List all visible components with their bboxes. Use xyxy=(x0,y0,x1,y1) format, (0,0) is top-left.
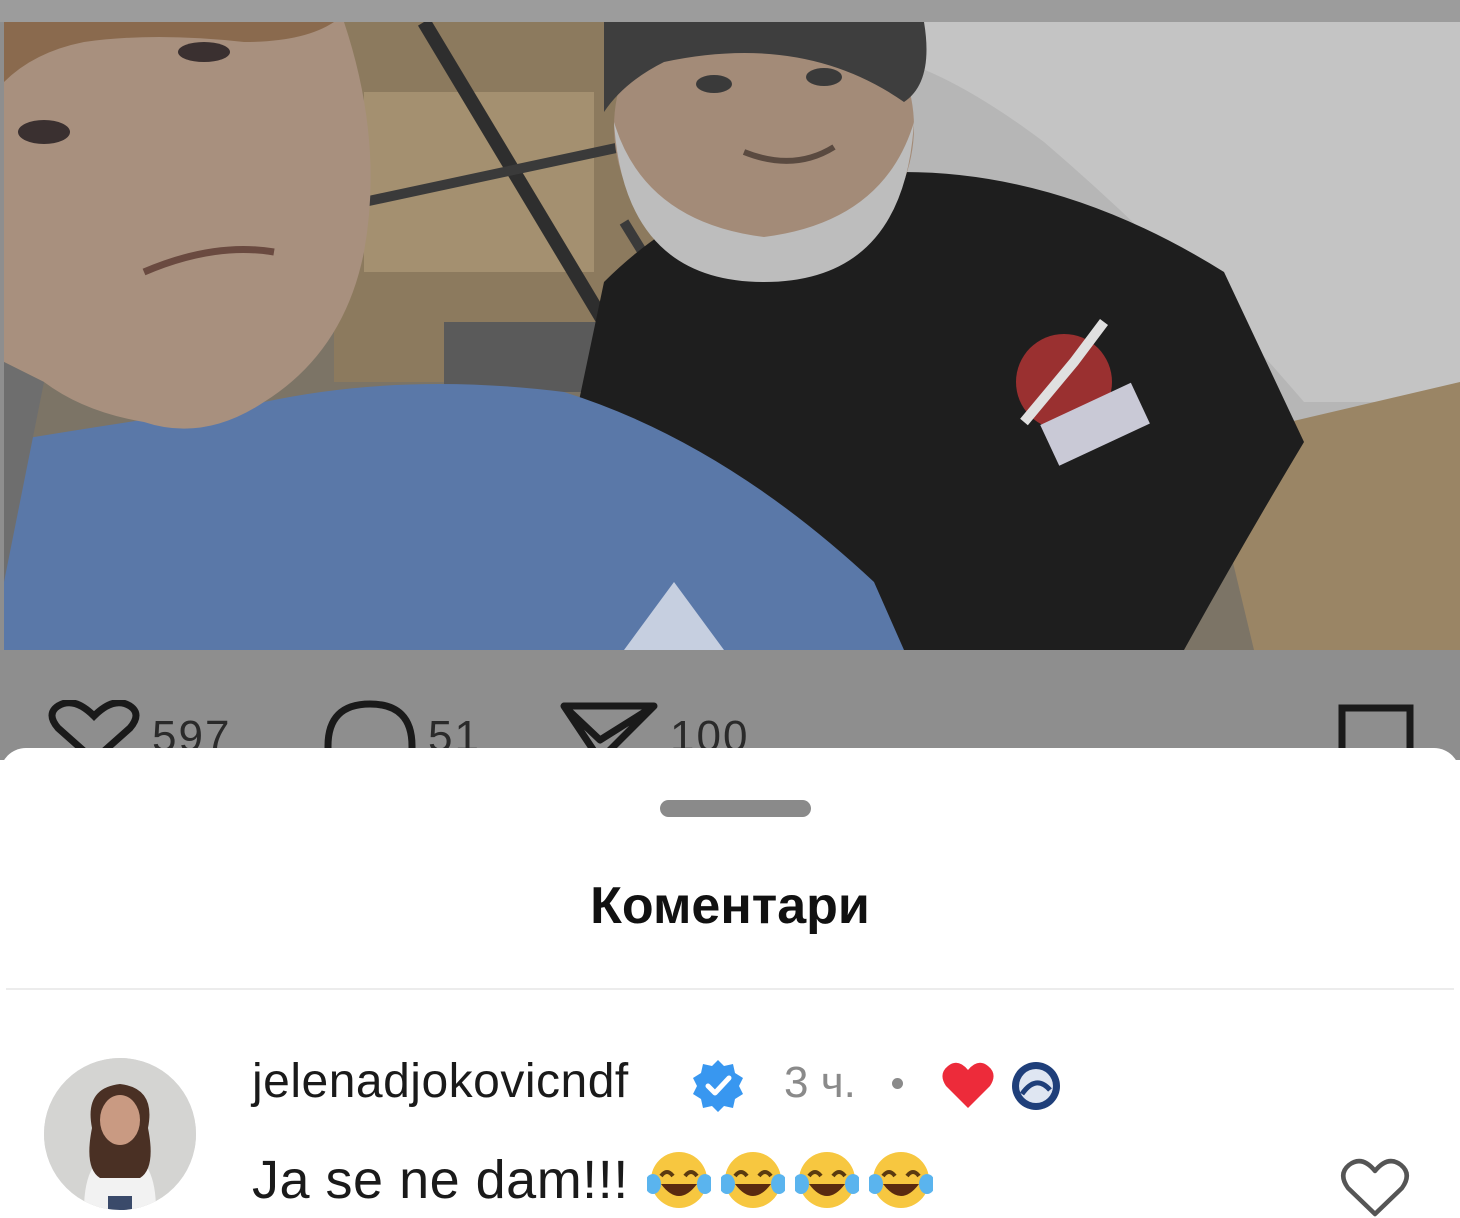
status-bar xyxy=(0,0,1460,22)
face-with-tears-of-joy-icon xyxy=(868,1152,933,1208)
sheet-drag-handle[interactable] xyxy=(660,800,811,817)
comment-username[interactable]: jelenadjokovicndf xyxy=(252,1054,629,1109)
header-divider xyxy=(6,988,1454,990)
comment-item: jelenadjokovicndf 3 ч. Ja se ne dam!!! xyxy=(0,1048,1460,1217)
face-with-tears-of-joy-icon xyxy=(794,1152,859,1208)
creator-avatar-icon xyxy=(1012,1062,1060,1110)
separator-dot xyxy=(892,1078,903,1089)
comment-like-heart-icon[interactable] xyxy=(1340,1158,1410,1218)
comment-text: Ja se ne dam!!! xyxy=(252,1148,943,1212)
verified-badge-icon xyxy=(693,1060,743,1112)
dimmed-post-background: 597 51 100 xyxy=(0,0,1460,760)
face-with-tears-of-joy-icon xyxy=(646,1152,711,1208)
avatar[interactable] xyxy=(44,1058,196,1210)
post-photo[interactable] xyxy=(4,22,1460,650)
emoji-row xyxy=(646,1148,943,1212)
sheet-title: Коментари xyxy=(590,877,870,935)
comment-time: 3 ч. xyxy=(784,1058,856,1107)
face-with-tears-of-joy-icon xyxy=(720,1152,785,1208)
red-heart-icon xyxy=(942,1062,994,1108)
comment-body: Ja se ne dam!!! xyxy=(252,1150,629,1210)
comments-bottom-sheet: Коментари jelenadjokovicndf 3 ч. Ja se n… xyxy=(0,748,1460,1218)
